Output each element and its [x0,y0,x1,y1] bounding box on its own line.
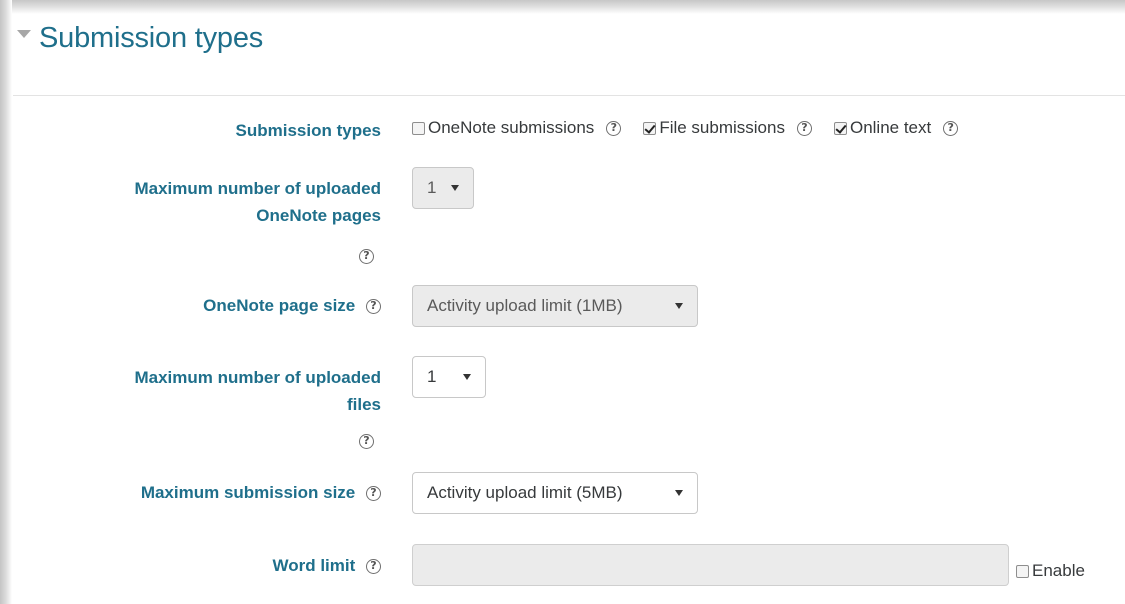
word-limit-enable-label: Enable [1032,561,1085,580]
file-submissions-option[interactable]: File submissions ? [643,118,812,138]
online-text-help-icon[interactable]: ? [943,120,959,136]
onenote-submissions-option[interactable]: OneNote submissions ? [412,118,622,138]
max-onenote-pages-label-line2: OneNote pages [256,206,381,225]
word-limit-enable-option[interactable]: Enable [1016,561,1085,581]
chevron-down-icon [463,374,471,380]
card-shadow-top [0,0,1125,14]
onenote-page-size-help-icon[interactable]: ? [366,299,381,315]
max-onenote-pages-select[interactable]: 1 [412,167,474,209]
max-submission-size-select[interactable]: Activity upload limit (5MB) [412,472,698,514]
online-text-label: Online text [849,118,932,137]
max-onenote-pages-label-line1: Maximum number of uploaded [134,179,381,198]
word-limit-label-text: Word limit [272,556,356,575]
max-onenote-pages-help-icon[interactable]: ? [359,249,374,264]
word-limit-enable-checkbox[interactable] [1016,564,1029,578]
onenote-submissions-checkbox[interactable] [412,121,425,135]
onenote-page-size-label: OneNote page size ? [203,292,381,319]
header-divider [13,95,1125,96]
max-uploaded-files-value: 1 [427,367,437,386]
file-submissions-label: File submissions [659,118,785,137]
online-text-checkbox[interactable] [833,121,847,135]
file-submissions-checkbox[interactable] [643,121,657,135]
max-onenote-pages-value: 1 [427,178,437,197]
submission-types-label-text: Submission types [235,121,381,140]
onenote-page-size-value: Activity upload limit (1MB) [427,296,623,315]
max-submission-size-help-icon[interactable]: ? [366,486,381,502]
max-submission-size-value: Activity upload limit (5MB) [427,483,623,502]
card-shadow-left [0,0,12,604]
word-limit-label: Word limit ? [272,552,381,579]
max-uploaded-files-help-icon[interactable]: ? [359,434,374,449]
onenote-page-size-select[interactable]: Activity upload limit (1MB) [412,285,698,327]
file-submissions-help-icon[interactable]: ? [796,120,812,136]
onenote-submissions-label: OneNote submissions [428,118,595,137]
chevron-down-icon [675,303,683,309]
section-toggle[interactable]: Submission types [17,22,263,55]
submission-types-label: Submission types [236,117,381,144]
max-uploaded-files-label-line1: Maximum number of uploaded [134,368,381,387]
max-onenote-pages-label: Maximum number of uploaded OneNote pages [134,175,381,229]
online-text-option[interactable]: Online text ? [833,118,959,138]
max-submission-size-label: Maximum submission size ? [141,479,381,506]
submission-types-options: OneNote submissions ? File submissions ?… [412,118,959,138]
max-uploaded-files-label-line2: files [346,395,381,414]
onenote-page-size-label-text: OneNote page size [203,296,356,315]
max-submission-size-label-text: Maximum submission size [140,483,356,502]
section-title: Submission types [39,22,264,54]
chevron-down-icon [451,185,459,191]
settings-page: Submission types Submission types OneNot… [0,0,1125,604]
chevron-down-icon [675,490,683,496]
word-limit-help-icon[interactable]: ? [366,559,381,575]
collapse-caret-icon [17,29,31,38]
onenote-submissions-help-icon[interactable]: ? [606,120,622,136]
max-uploaded-files-select[interactable]: 1 [412,356,486,398]
word-limit-input[interactable] [412,544,1009,586]
max-uploaded-files-label: Maximum number of uploaded files [134,364,381,418]
